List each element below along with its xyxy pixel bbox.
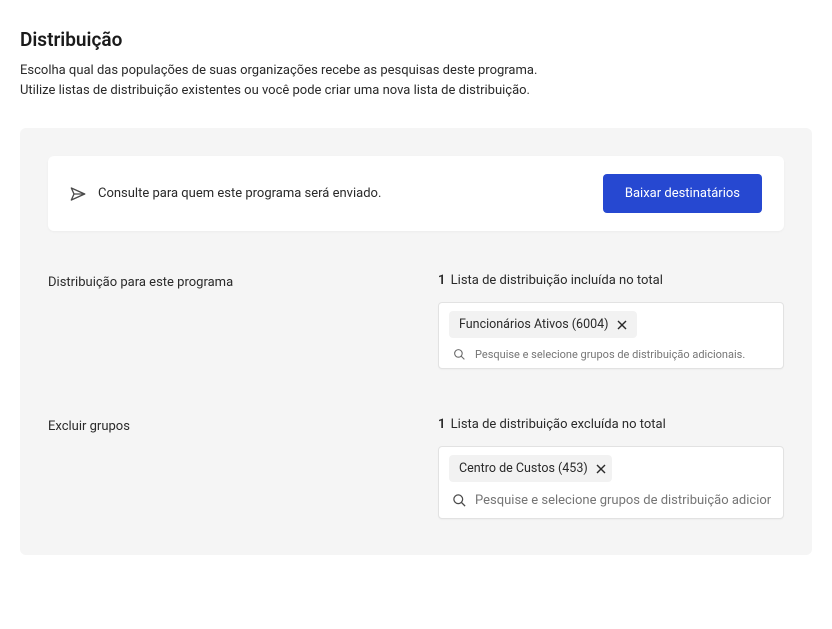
remove-include-chip-icon[interactable]: [615, 318, 629, 332]
page-description: Escolha qual das populações de suas orga…: [20, 61, 812, 100]
notice-left: Consulte para quem este programa será en…: [70, 186, 381, 202]
exclude-chip-label: Centro de Custos (453): [459, 461, 588, 476]
exclude-chip: Centro de Custos (453): [449, 455, 612, 482]
include-chip: Funcionários Ativos (6004): [449, 311, 637, 338]
exclude-section: Excluir grupos 1 Lista de distribuição e…: [48, 417, 784, 519]
distribution-page: Distribuição Escolha qual das populações…: [0, 0, 832, 575]
include-count: 1: [438, 273, 445, 288]
exclude-count-text: Lista de distribuição excluída no total: [451, 417, 666, 432]
include-chip-box: Funcionários Ativos (6004): [438, 302, 784, 369]
send-icon: [70, 186, 86, 202]
include-section-content: 1 Lista de distribuição incluída no tota…: [438, 273, 784, 369]
search-icon: [451, 346, 467, 362]
page-description-line2: Utilize listas de distribuição existente…: [20, 83, 530, 98]
include-section: Distribuição para este programa 1 Lista …: [48, 273, 784, 369]
exclude-section-label: Excluir grupos: [48, 417, 418, 519]
include-section-label: Distribuição para este programa: [48, 273, 418, 369]
include-count-line: 1 Lista de distribuição incluída no tota…: [438, 273, 784, 288]
distribution-panel: Consulte para quem este programa será en…: [20, 128, 812, 555]
include-chip-label: Funcionários Ativos (6004): [459, 317, 609, 332]
remove-exclude-chip-icon[interactable]: [594, 462, 608, 476]
search-icon: [451, 492, 467, 508]
include-count-text: Lista de distribuição incluída no total: [451, 273, 663, 288]
download-recipients-button[interactable]: Baixar destinatários: [603, 174, 762, 213]
notice-text: Consulte para quem este programa será en…: [98, 186, 381, 201]
exclude-section-content: 1 Lista de distribuição excluída no tota…: [438, 417, 784, 519]
exclude-search-input[interactable]: [475, 493, 771, 508]
include-search-input[interactable]: [475, 348, 771, 361]
exclude-chip-box: Centro de Custos (453): [438, 446, 784, 519]
exclude-count-line: 1 Lista de distribuição excluída no tota…: [438, 417, 784, 432]
page-title: Distribuição: [20, 28, 812, 51]
page-description-line1: Escolha qual das populações de suas orga…: [20, 63, 537, 78]
recipients-notice-card: Consulte para quem este programa será en…: [48, 156, 784, 231]
exclude-count: 1: [438, 417, 445, 432]
include-search-line: [449, 344, 773, 362]
exclude-search-line: [449, 488, 773, 508]
